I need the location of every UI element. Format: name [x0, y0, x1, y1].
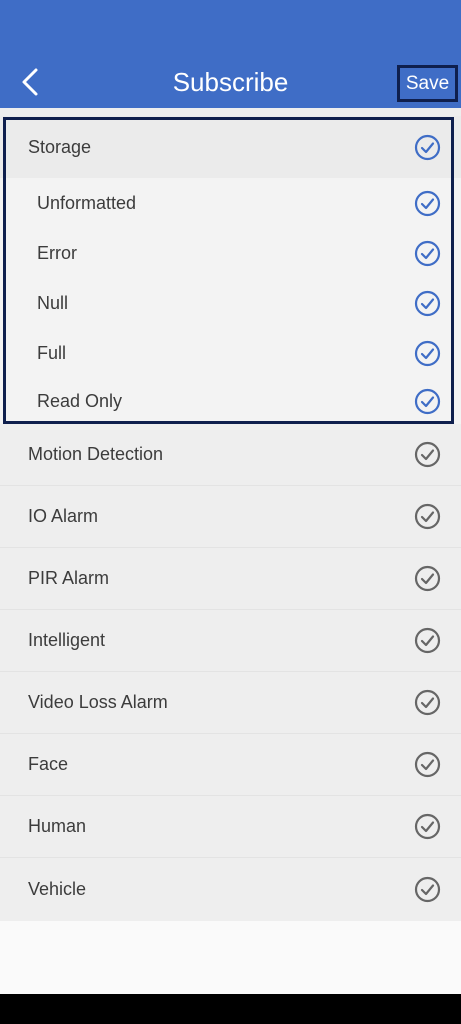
check-circle-icon[interactable] [414, 441, 441, 468]
check-circle-icon[interactable] [414, 751, 441, 778]
storage-sub-item[interactable]: Null [0, 278, 461, 328]
subscription-list: Storage Unformatted Error Null Full Read… [0, 108, 461, 921]
category-row-io-alarm[interactable]: IO Alarm [0, 486, 461, 548]
check-circle-icon[interactable] [414, 340, 441, 367]
save-button[interactable]: Save [397, 65, 458, 102]
category-row-face[interactable]: Face [0, 734, 461, 796]
check-circle-icon[interactable] [414, 565, 441, 592]
check-circle-icon[interactable] [414, 627, 441, 654]
check-circle-icon[interactable] [414, 134, 441, 161]
storage-sub-item[interactable]: Full [0, 328, 461, 378]
category-row-vehicle[interactable]: Vehicle [0, 858, 461, 920]
sub-item-label: Read Only [37, 390, 123, 411]
category-row-pir-alarm[interactable]: PIR Alarm [0, 548, 461, 610]
storage-row[interactable]: Storage [0, 116, 461, 178]
sub-item-label: Full [37, 342, 67, 363]
check-circle-icon[interactable] [414, 689, 441, 716]
check-circle-icon[interactable] [414, 190, 441, 217]
storage-label: Storage [28, 136, 92, 157]
category-row-human[interactable]: Human [0, 796, 461, 858]
check-circle-icon[interactable] [414, 876, 441, 903]
app-header: Subscribe Save [0, 0, 461, 108]
sub-item-label: Unformatted [37, 192, 137, 213]
category-label: Motion Detection [28, 444, 164, 464]
category-label: Intelligent [28, 630, 106, 650]
sub-item-label: Null [37, 292, 69, 313]
category-label: IO Alarm [28, 506, 99, 526]
category-row-motion-detection[interactable]: Motion Detection [0, 424, 461, 486]
category-label: Vehicle [28, 878, 87, 899]
check-circle-icon[interactable] [414, 813, 441, 840]
sub-item-label: Error [37, 242, 77, 263]
category-label: Human [28, 816, 87, 836]
category-label: Face [28, 754, 69, 774]
page-title: Subscribe [172, 67, 289, 97]
check-circle-icon[interactable] [414, 290, 441, 317]
category-row-intelligent[interactable]: Intelligent [0, 610, 461, 672]
check-circle-icon[interactable] [414, 388, 441, 415]
category-row-video-loss-alarm[interactable]: Video Loss Alarm [0, 672, 461, 734]
system-navigation-bar [0, 994, 461, 1024]
check-circle-icon[interactable] [414, 503, 441, 530]
storage-sub-item[interactable]: Read Only [0, 378, 461, 424]
storage-sub-item[interactable]: Error [0, 228, 461, 278]
check-circle-icon[interactable] [414, 240, 441, 267]
category-label: PIR Alarm [28, 568, 110, 588]
category-label: Video Loss Alarm [28, 692, 168, 712]
storage-sub-item[interactable]: Unformatted [0, 178, 461, 228]
empty-area [0, 921, 461, 994]
